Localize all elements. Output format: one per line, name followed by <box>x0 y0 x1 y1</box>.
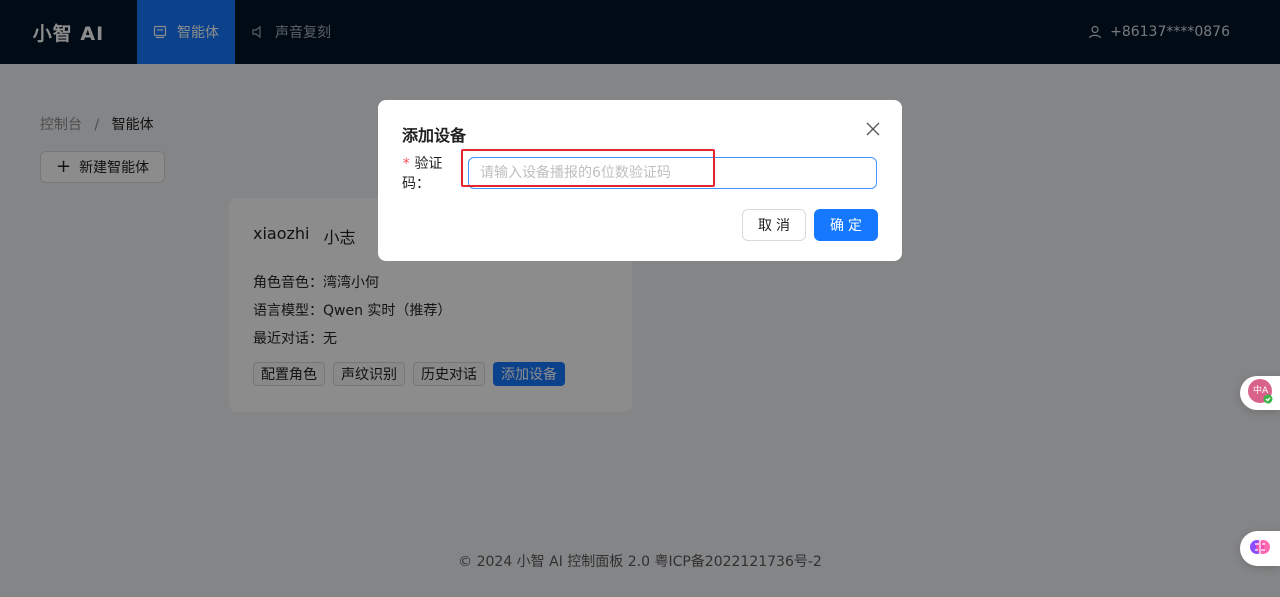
assistant-float-button[interactable] <box>1240 531 1280 566</box>
required-mark: * <box>402 156 411 172</box>
modal-mask[interactable] <box>0 0 1280 597</box>
close-icon[interactable] <box>862 118 884 140</box>
translate-glyph: 中A <box>1253 384 1269 396</box>
modal-title: 添加设备 <box>402 126 467 145</box>
translate-float-button[interactable]: 中A <box>1240 376 1280 410</box>
translate-icon: 中A <box>1247 378 1273 408</box>
add-device-modal: 添加设备 *验证码： 取消 确定 <box>378 100 902 261</box>
brain-icon <box>1249 536 1271 562</box>
confirm-button[interactable]: 确定 <box>814 209 878 241</box>
verification-code-label: * 验证码： <box>402 153 468 193</box>
verification-code-input[interactable] <box>468 157 877 189</box>
cancel-button[interactable]: 取消 <box>742 209 806 241</box>
verification-code-row: * 验证码： <box>402 153 877 193</box>
